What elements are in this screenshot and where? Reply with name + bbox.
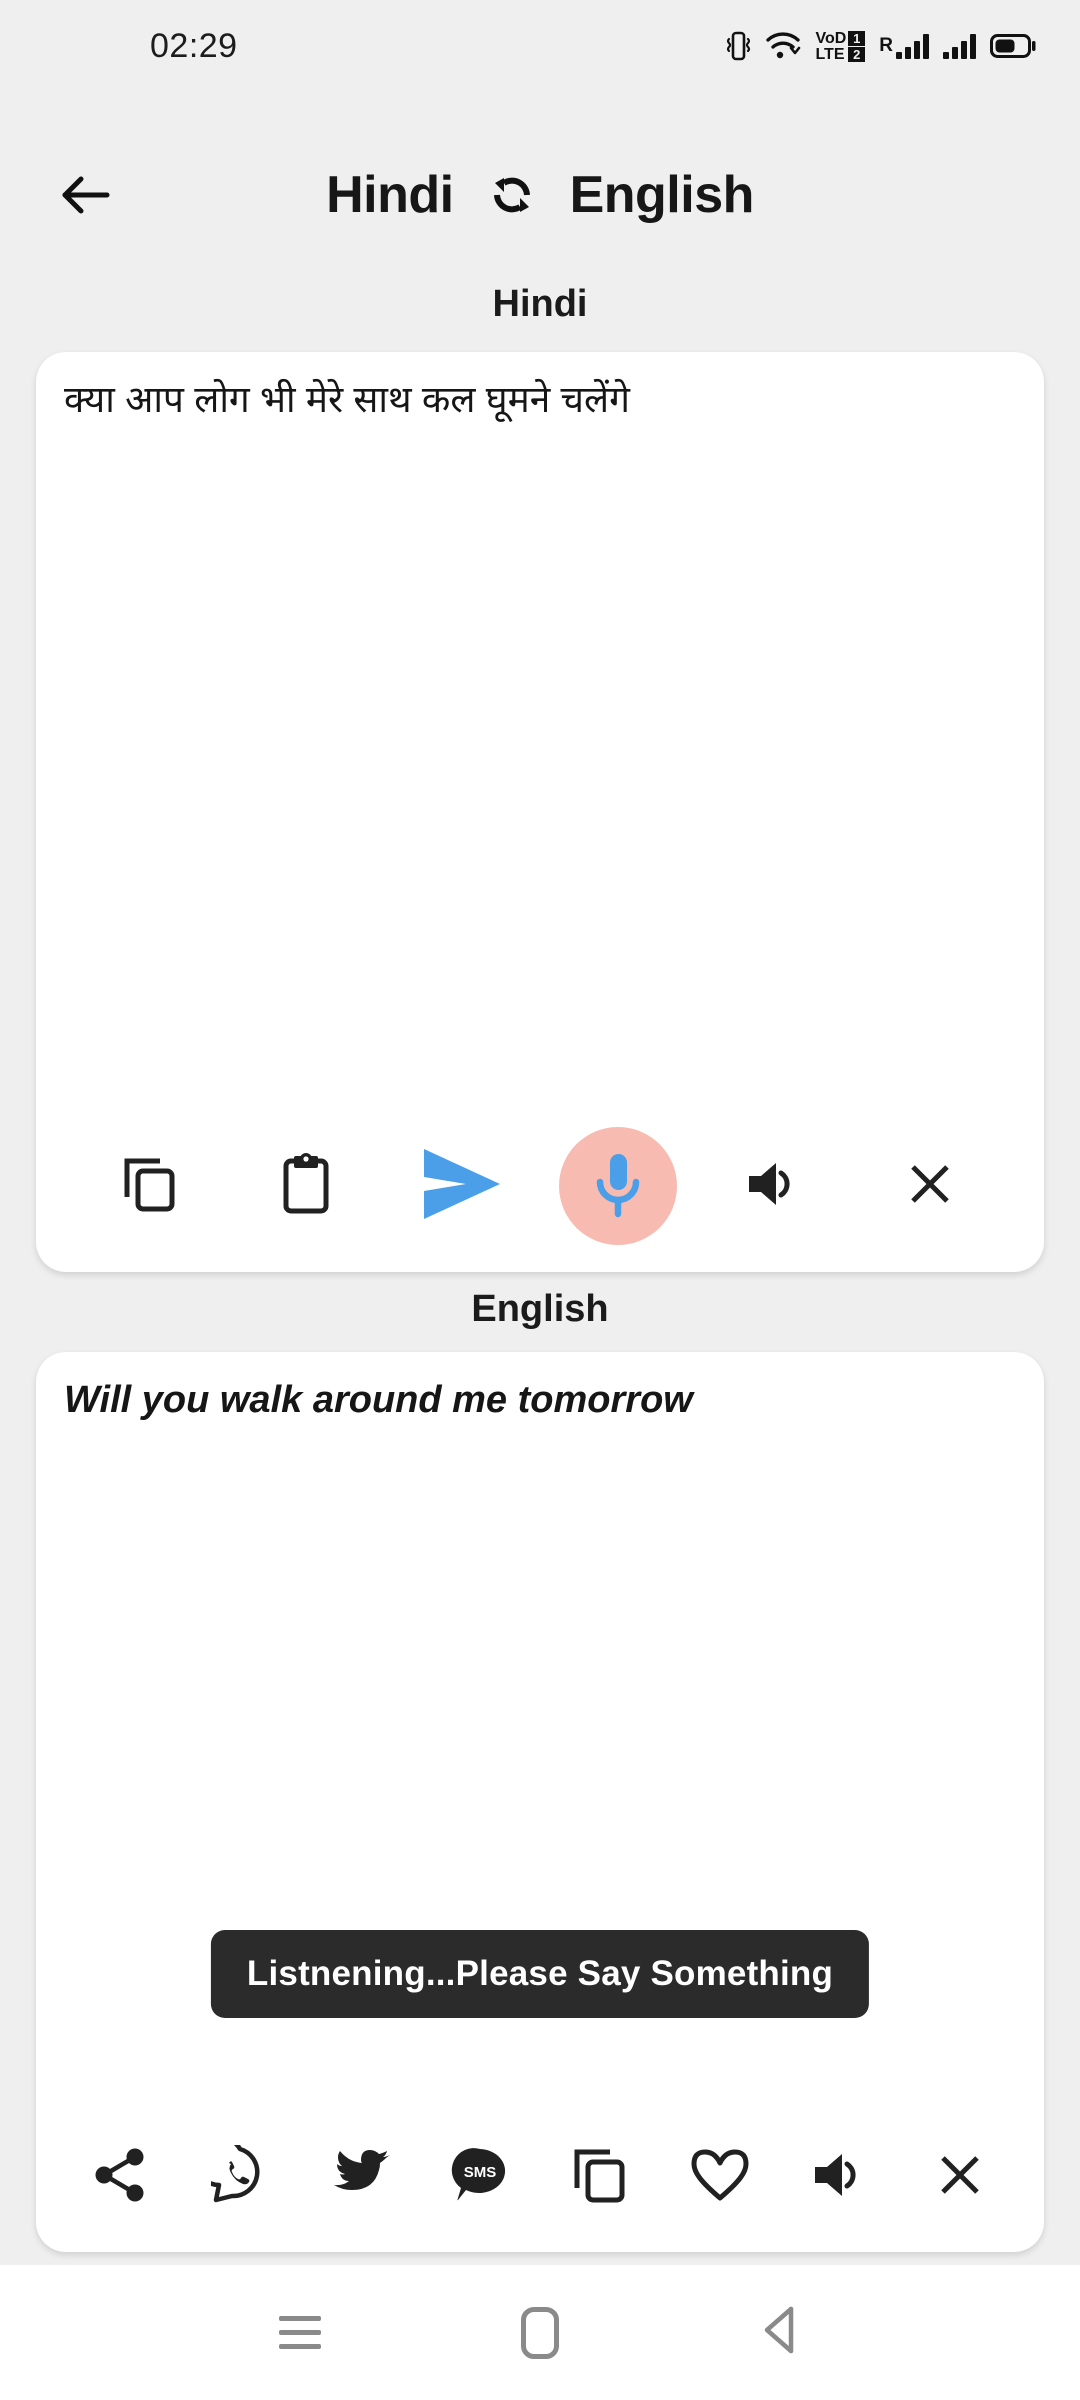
source-toolbar [36,1100,1044,1272]
paste-button[interactable] [228,1126,384,1246]
app-header: Hindi English [0,140,1080,250]
paste-icon [280,1152,332,1220]
volte-text-group: VoD LTE [815,29,847,63]
clear-icon [936,2151,984,2204]
vibrate-icon [725,29,751,63]
sim2-badge: 2 [848,46,866,62]
source-panel-label: Hindi [492,283,588,325]
status-bar-clock: 02:29 [150,26,238,65]
listening-toast: Listnening...Please Say Something [210,1930,870,2018]
volte-icon: VoD LTE 1 2 [815,29,866,63]
status-bar: 02:29 VoD LTE 1 2 R [0,0,1080,92]
twitter-button[interactable] [300,2117,420,2237]
speaker-button-target[interactable] [780,2117,900,2237]
target-panel-label: English [471,1288,609,1330]
clear-button[interactable] [852,1126,1008,1246]
whatsapp-icon [193,2134,269,2210]
recents-icon [279,2316,321,2349]
nav-back-button[interactable] [725,2278,835,2388]
twitter-icon [329,2148,391,2207]
copy-icon [122,1155,178,1218]
mic-button[interactable] [540,1126,696,1246]
nav-recents-button[interactable] [245,2278,355,2388]
wifi-icon [765,31,801,61]
home-icon [521,2306,559,2359]
speaker-icon [811,2148,869,2207]
copy-button-target[interactable] [540,2117,660,2237]
sim1-badge: 1 [848,30,866,46]
app-screen: 02:29 VoD LTE 1 2 R Hindi English Hindi … [0,0,1080,2400]
clear-icon [906,1160,954,1213]
share-button[interactable] [60,2117,180,2237]
back-triangle-icon [758,2305,802,2360]
target-card: Will you walk around me tomorrow SMS [36,1352,1044,2252]
source-text-input[interactable]: क्या आप लोग भी मेरे साथ कल घूमने चलेंगे [64,374,1016,425]
signal-bars-2 [943,33,976,59]
system-nav-bar [0,2265,1080,2400]
clear-button-target[interactable] [900,2117,1020,2237]
status-bar-icons: VoD LTE 1 2 R [725,29,1036,63]
copy-icon [572,2146,628,2209]
roaming-signal-icon: R [879,33,929,59]
target-language-title[interactable]: English [570,165,755,225]
share-icon [92,2146,148,2209]
swap-languages-icon[interactable] [484,167,540,223]
nav-home-button[interactable] [485,2278,595,2388]
favorite-button[interactable] [660,2117,780,2237]
speaker-icon [745,1157,803,1216]
mic-icon [592,1150,644,1223]
sms-icon: SMS [450,2146,510,2209]
svg-text:SMS: SMS [464,2164,497,2181]
roaming-label: R [879,35,893,56]
copy-button[interactable] [72,1126,228,1246]
speaker-button[interactable] [696,1126,852,1246]
favorite-icon [690,2147,750,2208]
sms-button[interactable]: SMS [420,2117,540,2237]
volte-sim-badges: 1 2 [848,30,866,62]
language-pair: Hindi English [0,165,1080,225]
volte-line1: VoD [815,29,847,47]
signal-icon-2 [943,33,976,59]
source-language-title[interactable]: Hindi [326,165,454,225]
whatsapp-button[interactable] [180,2117,300,2237]
battery-icon [990,33,1036,59]
target-toolbar: SMS [36,2102,1044,2252]
signal-bars-1 [896,33,929,59]
back-button[interactable] [50,162,120,228]
volte-line2: LTE [815,45,845,63]
send-icon [416,1143,508,1230]
send-button[interactable] [384,1126,540,1246]
source-card: क्या आप लोग भी मेरे साथ कल घूमने चलेंगे [36,352,1044,1272]
translation-output-text[interactable]: Will you walk around me tomorrow [64,1374,1016,1426]
